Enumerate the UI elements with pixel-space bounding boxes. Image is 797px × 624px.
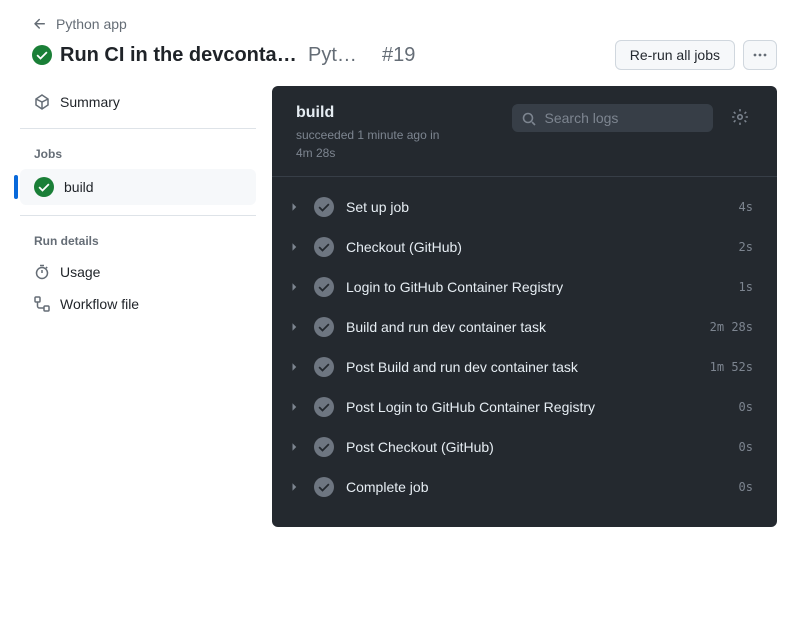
step-name: Post Build and run dev container task: [346, 359, 698, 375]
kebab-icon: [752, 47, 768, 63]
sidebar-item-label: build: [64, 179, 94, 195]
chevron-right-icon: [286, 481, 302, 493]
step-row[interactable]: Post Build and run dev container task 1m…: [278, 347, 753, 387]
step-name: Complete job: [346, 479, 727, 495]
sidebar-item-workflow-file[interactable]: Workflow file: [20, 288, 256, 320]
step-row[interactable]: Set up job 4s: [278, 187, 753, 227]
page-header: Python app Run CI in the devcontainer Py…: [0, 0, 797, 86]
sidebar-item-summary[interactable]: Summary: [20, 86, 256, 118]
divider: [20, 215, 256, 216]
step-row[interactable]: Post Checkout (GitHub) 0s: [278, 427, 753, 467]
steps-list: Set up job 4s Checkout (GitHub) 2s Login…: [272, 177, 777, 527]
gear-icon: [731, 108, 749, 126]
step-name: Build and run dev container task: [346, 319, 698, 335]
success-icon: [314, 237, 334, 257]
run-number: #19: [382, 44, 415, 67]
arrow-left-icon: [32, 16, 48, 32]
stopwatch-icon: [34, 264, 50, 280]
success-icon: [314, 317, 334, 337]
sidebar-item-label: Workflow file: [60, 296, 139, 312]
job-status-text: succeeded 1 minute ago in 4m 28s: [296, 126, 456, 162]
workflow-title: Run CI in the devcontainer: [60, 44, 300, 67]
step-name: Post Checkout (GitHub): [346, 439, 727, 455]
success-icon: [34, 177, 54, 197]
run-details-header: Run details: [20, 226, 256, 256]
step-name: Post Login to GitHub Container Registry: [346, 399, 727, 415]
step-row[interactable]: Post Login to GitHub Container Registry …: [278, 387, 753, 427]
job-panel: build succeeded 1 minute ago in 4m 28s S…: [272, 86, 777, 527]
divider: [20, 128, 256, 129]
jobs-header: Jobs: [20, 139, 256, 169]
step-name: Set up job: [346, 199, 727, 215]
success-icon: [314, 437, 334, 457]
chevron-right-icon: [286, 321, 302, 333]
success-icon: [314, 357, 334, 377]
breadcrumb[interactable]: Python app: [32, 16, 777, 32]
workflow-sub: Python app: [308, 44, 368, 67]
step-name: Checkout (GitHub): [346, 239, 727, 255]
search-logs-input[interactable]: [512, 104, 714, 132]
chevron-right-icon: [286, 401, 302, 413]
success-icon: [314, 477, 334, 497]
step-duration: 2s: [739, 240, 753, 254]
step-row[interactable]: Checkout (GitHub) 2s: [278, 227, 753, 267]
chevron-right-icon: [286, 201, 302, 213]
step-duration: 0s: [739, 440, 753, 454]
step-duration: 4s: [739, 200, 753, 214]
step-name: Login to GitHub Container Registry: [346, 279, 727, 295]
rerun-all-button[interactable]: Re-run all jobs: [615, 40, 735, 70]
success-icon: [314, 397, 334, 417]
success-icon: [32, 45, 52, 65]
step-duration: 1m 52s: [710, 360, 753, 374]
summary-icon: [34, 94, 50, 110]
step-duration: 0s: [739, 480, 753, 494]
step-row[interactable]: Build and run dev container task 2m 28s: [278, 307, 753, 347]
sidebar-item-usage[interactable]: Usage: [20, 256, 256, 288]
success-icon: [314, 277, 334, 297]
success-icon: [314, 197, 334, 217]
chevron-right-icon: [286, 441, 302, 453]
chevron-right-icon: [286, 241, 302, 253]
sidebar-item-label: Usage: [60, 264, 100, 280]
step-row[interactable]: Login to GitHub Container Registry 1s: [278, 267, 753, 307]
step-duration: 2m 28s: [710, 320, 753, 334]
step-row[interactable]: Complete job 0s: [278, 467, 753, 507]
job-name: build: [296, 104, 498, 122]
breadcrumb-label: Python app: [56, 16, 127, 32]
search-icon: [521, 111, 537, 127]
step-duration: 1s: [739, 280, 753, 294]
workflow-icon: [34, 296, 50, 312]
sidebar-item-build[interactable]: build: [20, 169, 256, 205]
step-duration: 0s: [739, 400, 753, 414]
chevron-right-icon: [286, 361, 302, 373]
sidebar: Summary Jobs build Run details Usage Wor…: [0, 86, 256, 547]
more-actions-button[interactable]: [743, 40, 777, 70]
sidebar-item-label: Summary: [60, 94, 120, 110]
chevron-right-icon: [286, 281, 302, 293]
settings-button[interactable]: [727, 104, 753, 130]
